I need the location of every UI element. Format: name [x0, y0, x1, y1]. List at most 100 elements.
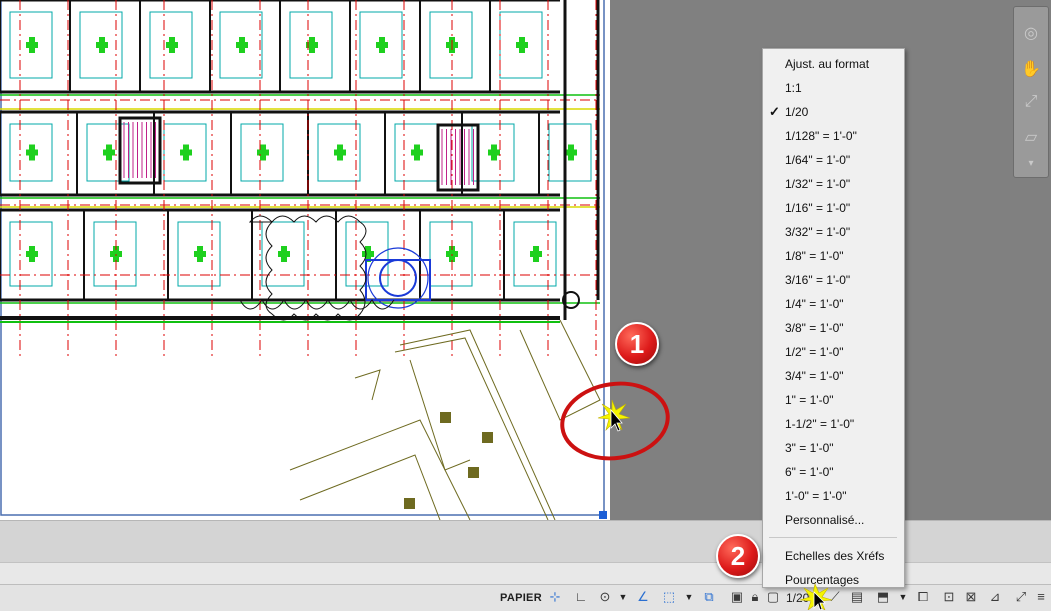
- navigation-bar: ◎ ✋ ⤢ ▱ ▾: [1013, 6, 1049, 178]
- scale-menu-item[interactable]: 6" = 1'-0": [763, 461, 904, 483]
- site-block: [440, 412, 451, 423]
- scale-menu-item-label: 1/16" = 1'-0": [785, 201, 851, 215]
- scale-menu-item-label: 6" = 1'-0": [785, 465, 834, 479]
- clean-screen-icon[interactable]: ⊠: [962, 588, 980, 606]
- green-fixture: [99, 37, 105, 53]
- scale-dropdown-menu: Ajust. au format 1:1 ✓ 1/20 1/128" = 1'-0" 1/…: [762, 48, 905, 588]
- scale-menu-item[interactable]: 1/128" = 1'-0": [763, 125, 904, 147]
- isolate-objects-icon[interactable]: ⧠: [914, 588, 932, 606]
- green-fixture: [309, 37, 315, 53]
- drawing-viewport[interactable]: [0, 0, 610, 520]
- scale-menu-item[interactable]: 1/16" = 1'-0": [763, 197, 904, 219]
- green-fixture: [491, 144, 497, 161]
- lock-ui-icon[interactable]: 🔒︎: [746, 588, 764, 606]
- menu-separator: [769, 537, 897, 538]
- green-fixture: [533, 246, 539, 262]
- isodraft-icon[interactable]: ∠: [634, 588, 652, 606]
- green-fixture: [29, 246, 35, 262]
- hardware-acceleration-icon[interactable]: ⊡: [940, 588, 958, 606]
- customization-icon[interactable]: ⊿: [986, 588, 1004, 606]
- scale-menu-item[interactable]: Echelles des Xréfs: [763, 545, 904, 567]
- maximize-icon[interactable]: ⤢: [1012, 588, 1030, 606]
- green-fixture: [281, 246, 287, 262]
- scale-menu-item-label: 1'-0" = 1'-0": [785, 489, 847, 503]
- green-fixture: [197, 246, 203, 262]
- snap-icon[interactable]: ⊹: [546, 588, 564, 606]
- site-line: [519, 319, 601, 421]
- steering-wheel-icon[interactable]: ◎: [1018, 21, 1044, 47]
- chevron-down-icon[interactable]: ▼: [618, 588, 628, 606]
- floor-plan-drawing[interactable]: [0, 0, 610, 520]
- scale-menu-item-label: 1:1: [785, 81, 802, 95]
- scale-menu-item-label: 3/8" = 1'-0": [785, 321, 844, 335]
- dynamic-input-icon[interactable]: ⧉: [700, 588, 718, 606]
- chevron-down-icon[interactable]: ▼: [684, 588, 694, 606]
- green-fixture: [568, 144, 574, 161]
- scale-menu-item[interactable]: 3/8" = 1'-0": [763, 317, 904, 339]
- viewport-grip: [599, 511, 607, 519]
- ortho-icon[interactable]: ∟: [572, 588, 590, 606]
- scale-menu-item-label: 1/20: [785, 105, 809, 119]
- scale-menu-item[interactable]: 3" = 1'-0": [763, 437, 904, 459]
- scale-menu-item-label: 3/4" = 1'-0": [785, 369, 844, 383]
- green-fixture: [29, 144, 35, 161]
- scale-menu-item[interactable]: 3/4" = 1'-0": [763, 365, 904, 387]
- orbit-icon[interactable]: ▱: [1018, 125, 1044, 151]
- paper-space-toggle[interactable]: PAPIER: [500, 588, 542, 608]
- scale-menu-item-label: 3/16" = 1'-0": [785, 273, 851, 287]
- scale-menu-item[interactable]: 3/32" = 1'-0": [763, 221, 904, 243]
- lineweight-icon[interactable]: ▣: [728, 588, 746, 606]
- scale-menu-item-label: 1-1/2" = 1'-0": [785, 417, 855, 431]
- scale-menu-item-label: 1/2" = 1'-0": [785, 345, 844, 359]
- scale-menu-item-label: 1/4" = 1'-0": [785, 297, 844, 311]
- object-snap-icon[interactable]: ⬚: [660, 588, 678, 606]
- menu-icon[interactable]: ≡: [1032, 588, 1050, 606]
- green-fixture: [169, 37, 175, 53]
- scale-menu-item[interactable]: Personnalisé...: [763, 509, 904, 531]
- scale-menu-item[interactable]: 1/32" = 1'-0": [763, 173, 904, 195]
- green-fixture: [106, 144, 112, 161]
- site-line: [399, 329, 556, 520]
- green-fixture: [414, 144, 420, 161]
- site-line: [299, 454, 441, 520]
- site-line: [354, 369, 381, 401]
- viewport-scale-button[interactable]: 1/20: [786, 588, 809, 608]
- scale-menu-item-label: 1/32" = 1'-0": [785, 177, 851, 191]
- scale-menu-item[interactable]: 1" = 1'-0": [763, 389, 904, 411]
- scale-menu-item-label: Personnalisé...: [785, 513, 865, 527]
- green-fixture: [239, 37, 245, 53]
- zoom-extents-icon[interactable]: ⤢: [1018, 89, 1044, 115]
- scale-menu-item[interactable]: ✓ 1/20: [763, 101, 904, 123]
- equipment-outline: [379, 259, 417, 297]
- scale-menu-item-label: 1/128" = 1'-0": [785, 129, 857, 143]
- polar-icon[interactable]: ⊙: [596, 588, 614, 606]
- green-fixture: [260, 144, 266, 161]
- site-block: [468, 467, 479, 478]
- scale-menu-item[interactable]: Ajust. au format: [763, 53, 904, 75]
- green-fixture: [337, 144, 343, 161]
- site-block: [482, 432, 493, 443]
- scale-menu-item[interactable]: 1/8" = 1'-0": [763, 245, 904, 267]
- green-fixture: [29, 37, 35, 53]
- callout-badge-2: 2: [716, 534, 760, 578]
- scale-menu-item[interactable]: Pourcentages: [763, 569, 904, 591]
- scale-menu-item-label: 3" = 1'-0": [785, 441, 834, 455]
- scale-menu-item-label: 1/8" = 1'-0": [785, 249, 844, 263]
- scale-menu-item[interactable]: 1/2" = 1'-0": [763, 341, 904, 363]
- chevron-down-icon[interactable]: ▾: [1018, 151, 1044, 177]
- scale-menu-item-label: 1/64" = 1'-0": [785, 153, 851, 167]
- green-fixture: [519, 37, 525, 53]
- scale-menu-item-label: 1" = 1'-0": [785, 393, 834, 407]
- scale-menu-item[interactable]: 1'-0" = 1'-0": [763, 485, 904, 507]
- scale-menu-item[interactable]: 1/64" = 1'-0": [763, 149, 904, 171]
- scale-menu-item-label: Ajust. au format: [785, 57, 870, 71]
- scale-menu-item[interactable]: 1:1: [763, 77, 904, 99]
- site-line: [394, 337, 549, 520]
- scale-menu-item[interactable]: 1-1/2" = 1'-0": [763, 413, 904, 435]
- scale-menu-item[interactable]: 1/4" = 1'-0": [763, 293, 904, 315]
- checkmark-icon: ✓: [769, 104, 780, 119]
- scale-menu-item-label: Pourcentages: [785, 573, 860, 587]
- scale-menu-item[interactable]: 3/16" = 1'-0": [763, 269, 904, 291]
- site-line: [289, 419, 471, 520]
- pan-icon[interactable]: ✋: [1018, 57, 1044, 83]
